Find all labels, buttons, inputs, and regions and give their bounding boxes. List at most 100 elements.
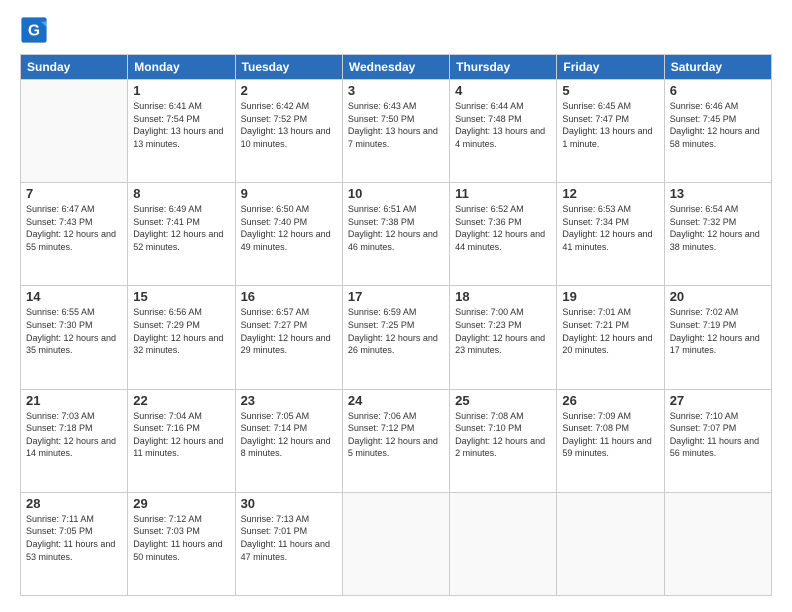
sunset-text: Sunset: 7:14 PM [241, 423, 308, 433]
svg-text:G: G [28, 23, 40, 40]
calendar-header: SundayMondayTuesdayWednesdayThursdayFrid… [21, 55, 772, 80]
day-number: 21 [26, 393, 122, 408]
day-info: Sunrise: 6:56 AMSunset: 7:29 PMDaylight:… [133, 306, 229, 356]
day-info: Sunrise: 6:43 AMSunset: 7:50 PMDaylight:… [348, 100, 444, 150]
calendar-cell: 14Sunrise: 6:55 AMSunset: 7:30 PMDayligh… [21, 286, 128, 389]
day-number: 29 [133, 496, 229, 511]
daylight-text: Daylight: 13 hours and 7 minutes. [348, 126, 438, 149]
calendar-cell: 10Sunrise: 6:51 AMSunset: 7:38 PMDayligh… [342, 183, 449, 286]
day-number: 3 [348, 83, 444, 98]
day-number: 20 [670, 289, 766, 304]
sunrise-text: Sunrise: 6:42 AM [241, 101, 310, 111]
calendar-cell: 29Sunrise: 7:12 AMSunset: 7:03 PMDayligh… [128, 492, 235, 595]
week-row-2: 7Sunrise: 6:47 AMSunset: 7:43 PMDaylight… [21, 183, 772, 286]
day-number: 23 [241, 393, 337, 408]
sunset-text: Sunset: 7:16 PM [133, 423, 200, 433]
day-number: 13 [670, 186, 766, 201]
day-info: Sunrise: 7:05 AMSunset: 7:14 PMDaylight:… [241, 410, 337, 460]
calendar-cell: 20 Sunrise: 7:02 AM Sunset: 7:19 PM Dayligh… [664, 286, 771, 389]
day-number: 18 [455, 289, 551, 304]
sunrise-text: Sunrise: 6:44 AM [455, 101, 524, 111]
day-info: Sunrise: 6:45 AMSunset: 7:47 PMDaylight:… [562, 100, 658, 150]
calendar-cell: 9Sunrise: 6:50 AMSunset: 7:40 PMDaylight… [235, 183, 342, 286]
sunrise-text: Sunrise: 7:13 AM [241, 514, 310, 524]
sunset-text: Sunset: 7:29 PM [133, 320, 200, 330]
sunrise-text: Sunrise: 6:59 AM [348, 307, 417, 317]
day-info: Sunrise: 6:51 AMSunset: 7:38 PMDaylight:… [348, 203, 444, 253]
day-info: Sunrise: 6:54 AMSunset: 7:32 PMDaylight:… [670, 203, 766, 253]
daylight-text: Daylight: 12 hours and 26 minutes. [348, 333, 438, 356]
day-number: 10 [348, 186, 444, 201]
daylight-text: Daylight: 12 hours and 23 minutes. [455, 333, 545, 356]
calendar-cell: 12Sunrise: 6:53 AMSunset: 7:34 PMDayligh… [557, 183, 664, 286]
sunset-text: Sunset: 7:19 PM [670, 320, 737, 330]
sunset-text: Sunset: 7:32 PM [670, 217, 737, 227]
sunset-text: Sunset: 7:10 PM [455, 423, 522, 433]
calendar-cell: 19 Sunrise: 7:01 AM Sunset: 7:21 PM Dayligh… [557, 286, 664, 389]
daylight-text: Daylight: 12 hours and 17 minutes. [670, 333, 760, 356]
sunrise-text: Sunrise: 7:02 AM [670, 307, 739, 317]
sunrise-text: Sunrise: 6:51 AM [348, 204, 417, 214]
calendar-cell [557, 492, 664, 595]
sunset-text: Sunset: 7:18 PM [26, 423, 93, 433]
day-info: Sunrise: 7:09 AMSunset: 7:08 PMDaylight:… [562, 410, 658, 460]
day-number: 19 [562, 289, 658, 304]
weekday-header-wednesday: Wednesday [342, 55, 449, 80]
daylight-text: Daylight: 13 hours and 13 minutes. [133, 126, 223, 149]
day-number: 25 [455, 393, 551, 408]
weekday-row: SundayMondayTuesdayWednesdayThursdayFrid… [21, 55, 772, 80]
sunrise-text: Sunrise: 7:05 AM [241, 411, 310, 421]
sunset-text: Sunset: 7:40 PM [241, 217, 308, 227]
sunrise-text: Sunrise: 6:54 AM [670, 204, 739, 214]
daylight-text: Daylight: 12 hours and 41 minutes. [562, 229, 652, 252]
day-info: Sunrise: 6:50 AMSunset: 7:40 PMDaylight:… [241, 203, 337, 253]
daylight-text: Daylight: 12 hours and 44 minutes. [455, 229, 545, 252]
weekday-header-monday: Monday [128, 55, 235, 80]
calendar-cell: 25Sunrise: 7:08 AMSunset: 7:10 PMDayligh… [450, 389, 557, 492]
daylight-text: Daylight: 13 hours and 4 minutes. [455, 126, 545, 149]
sunrise-text: Sunrise: 6:50 AM [241, 204, 310, 214]
day-number: 11 [455, 186, 551, 201]
day-number: 8 [133, 186, 229, 201]
sunrise-text: Sunrise: 7:01 AM [562, 307, 631, 317]
sunset-text: Sunset: 7:21 PM [562, 320, 629, 330]
sunset-text: Sunset: 7:23 PM [455, 320, 522, 330]
sunset-text: Sunset: 7:50 PM [348, 114, 415, 124]
sunrise-text: Sunrise: 6:49 AM [133, 204, 202, 214]
daylight-text: Daylight: 12 hours and 29 minutes. [241, 333, 331, 356]
week-row-4: 21Sunrise: 7:03 AMSunset: 7:18 PMDayligh… [21, 389, 772, 492]
day-number: 9 [241, 186, 337, 201]
calendar-cell: 24Sunrise: 7:06 AMSunset: 7:12 PMDayligh… [342, 389, 449, 492]
day-number: 12 [562, 186, 658, 201]
header: G [20, 16, 772, 44]
calendar-cell: 3 Sunrise: 6:43 AMSunset: 7:50 PMDaylight… [342, 80, 449, 183]
day-info: Sunrise: 6:52 AMSunset: 7:36 PMDaylight:… [455, 203, 551, 253]
sunset-text: Sunset: 7:01 PM [241, 526, 308, 536]
sunrise-text: Sunrise: 6:45 AM [562, 101, 631, 111]
page: G SundayMondayTuesdayWednesdayThursdayFr… [0, 0, 792, 612]
daylight-text: Daylight: 12 hours and 2 minutes. [455, 436, 545, 459]
weekday-header-thursday: Thursday [450, 55, 557, 80]
day-number: 15 [133, 289, 229, 304]
sunset-text: Sunset: 7:38 PM [348, 217, 415, 227]
daylight-text: Daylight: 12 hours and 14 minutes. [26, 436, 116, 459]
daylight-text: Daylight: 12 hours and 32 minutes. [133, 333, 223, 356]
daylight-text: Daylight: 13 hours and 10 minutes. [241, 126, 331, 149]
day-number: 2 [241, 83, 337, 98]
sunrise-text: Sunrise: 7:10 AM [670, 411, 739, 421]
day-info: Sunrise: 7:11 AMSunset: 7:05 PMDaylight:… [26, 513, 122, 563]
calendar-cell: 17Sunrise: 6:59 AMSunset: 7:25 PMDayligh… [342, 286, 449, 389]
sunset-text: Sunset: 7:34 PM [562, 217, 629, 227]
sunset-text: Sunset: 7:08 PM [562, 423, 629, 433]
sunset-text: Sunset: 7:03 PM [133, 526, 200, 536]
calendar-cell: 1Sunrise: 6:41 AMSunset: 7:54 PMDaylight… [128, 80, 235, 183]
day-number: 5 [562, 83, 658, 98]
calendar-cell: 30Sunrise: 7:13 AMSunset: 7:01 PMDayligh… [235, 492, 342, 595]
sunset-text: Sunset: 7:43 PM [26, 217, 93, 227]
sunset-text: Sunset: 7:48 PM [455, 114, 522, 124]
week-row-1: 1Sunrise: 6:41 AMSunset: 7:54 PMDaylight… [21, 80, 772, 183]
calendar-cell [21, 80, 128, 183]
day-info: Sunrise: 6:59 AMSunset: 7:25 PMDaylight:… [348, 306, 444, 356]
weekday-header-saturday: Saturday [664, 55, 771, 80]
daylight-text: Daylight: 12 hours and 20 minutes. [562, 333, 652, 356]
